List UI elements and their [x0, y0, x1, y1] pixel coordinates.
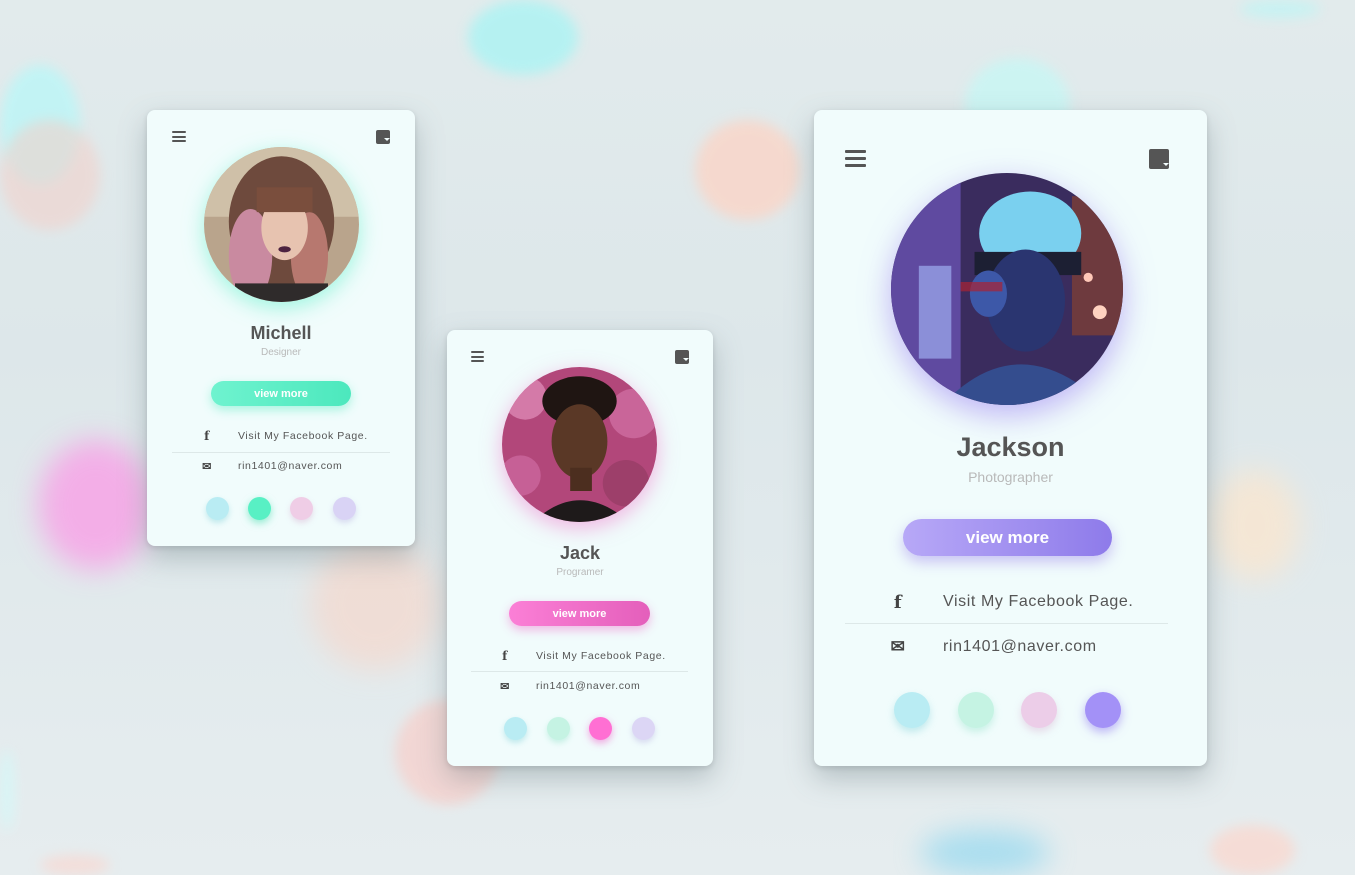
- email-text[interactable]: rin1401@naver.com: [238, 460, 342, 472]
- facebook-icon: f: [502, 649, 508, 663]
- divider: [845, 623, 1168, 624]
- email-text[interactable]: rin1401@naver.com: [943, 638, 1097, 656]
- background-bokeh: [38, 440, 153, 570]
- sticky-note-icon[interactable]: [376, 130, 390, 144]
- profile-card-jackson: Jackson Photographer view more f Visit M…: [814, 110, 1207, 766]
- facebook-link-text[interactable]: Visit My Facebook Page.: [943, 593, 1133, 611]
- sticky-note-icon[interactable]: [1149, 149, 1169, 169]
- profile-name: Michell: [250, 323, 312, 343]
- facebook-icon: f: [204, 429, 210, 443]
- color-dot-lavender[interactable]: [333, 497, 356, 520]
- avatar: [891, 173, 1123, 405]
- background-bokeh: [920, 830, 1050, 875]
- email-row[interactable]: ✉ rin1401@naver.com: [197, 458, 342, 474]
- facebook-link-row[interactable]: f Visit My Facebook Page.: [197, 428, 368, 444]
- color-dot-cyan[interactable]: [894, 692, 930, 728]
- avatar: [502, 367, 657, 522]
- color-dot-pink[interactable]: [1021, 692, 1057, 728]
- background-bokeh: [695, 120, 800, 220]
- background-bokeh: [1210, 470, 1300, 580]
- facebook-link-row[interactable]: f Visit My Facebook Page.: [886, 591, 1133, 613]
- facebook-link-row[interactable]: f Visit My Facebook Page.: [495, 648, 666, 664]
- profile-role: Designer: [260, 347, 302, 358]
- email-text[interactable]: rin1401@naver.com: [536, 680, 640, 692]
- color-dot-pink-selected[interactable]: [589, 717, 612, 740]
- view-more-button[interactable]: view more: [903, 519, 1112, 556]
- color-dot-mint[interactable]: [958, 692, 994, 728]
- color-dot-lavender[interactable]: [632, 717, 655, 740]
- color-dot-violet-selected[interactable]: [1085, 692, 1121, 728]
- color-dot-mint-selected[interactable]: [248, 497, 271, 520]
- divider: [471, 671, 688, 672]
- divider: [172, 452, 390, 453]
- background-bokeh: [0, 750, 14, 830]
- profile-role: Programer: [556, 567, 604, 578]
- email-row[interactable]: ✉ rin1401@naver.com: [886, 636, 1097, 658]
- hamburger-menu-icon[interactable]: [845, 150, 866, 167]
- envelope-icon: ✉: [202, 460, 212, 473]
- background-bokeh: [0, 120, 100, 230]
- hamburger-menu-icon[interactable]: [471, 351, 484, 362]
- profile-name: Jack: [559, 543, 601, 563]
- color-dot-cyan[interactable]: [206, 497, 229, 520]
- background-bokeh: [40, 855, 110, 875]
- background-bokeh: [1240, 0, 1320, 18]
- color-dot-mint[interactable]: [547, 717, 570, 740]
- view-more-button[interactable]: view more: [509, 601, 650, 626]
- color-dot-pink[interactable]: [290, 497, 313, 520]
- facebook-link-text[interactable]: Visit My Facebook Page.: [536, 650, 666, 662]
- profile-card-jack: Jack Programer view more f Visit My Face…: [447, 330, 713, 766]
- profile-card-michell: Michell Designer view more f Visit My Fa…: [147, 110, 415, 546]
- profile-role: Photographer: [968, 469, 1053, 485]
- envelope-icon: ✉: [500, 680, 510, 693]
- background-bokeh: [468, 0, 578, 75]
- envelope-icon: ✉: [890, 637, 906, 656]
- avatar: [204, 147, 359, 302]
- background-bokeh: [1210, 825, 1295, 875]
- sticky-note-icon[interactable]: [675, 350, 689, 364]
- color-dot-cyan[interactable]: [504, 717, 527, 740]
- hamburger-menu-icon[interactable]: [172, 131, 186, 142]
- profile-name: Jackson: [956, 432, 1065, 462]
- facebook-link-text[interactable]: Visit My Facebook Page.: [238, 430, 368, 442]
- background-bokeh: [310, 540, 440, 670]
- view-more-button[interactable]: view more: [211, 381, 351, 406]
- email-row[interactable]: ✉ rin1401@naver.com: [495, 678, 640, 694]
- facebook-icon: f: [893, 591, 903, 613]
